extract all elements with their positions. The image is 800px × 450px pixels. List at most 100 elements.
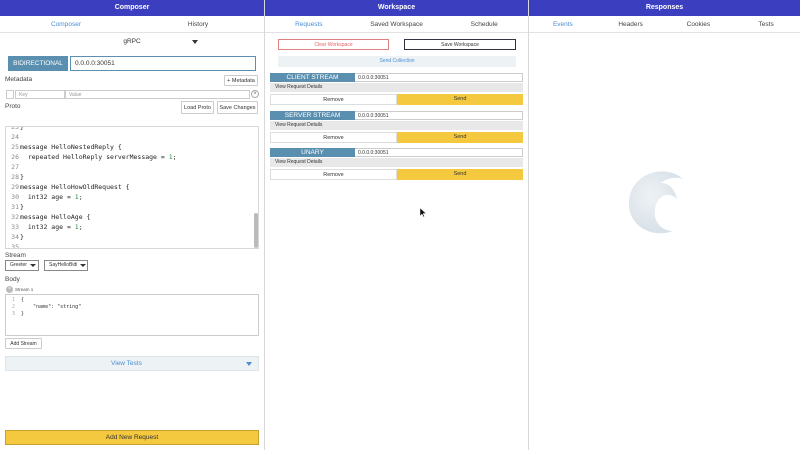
code-line: 33 int32 age = 1; [6, 222, 256, 232]
code-text: } [20, 203, 24, 211]
code-text: repeated HelloReply serverMessage = [20, 153, 169, 161]
clear-workspace-button[interactable]: Clear Workspace [278, 39, 389, 50]
request-url: 0.0.0.0:30051 [355, 111, 523, 120]
remove-request-button[interactable]: Remove [270, 94, 397, 105]
view-tests-toggle[interactable]: View Tests [5, 356, 259, 371]
view-request-details-button[interactable]: View Request Details [270, 83, 523, 92]
workspace-header: Workspace [265, 0, 528, 16]
view-request-details-button[interactable]: View Request Details [270, 158, 523, 167]
responses-header: Responses [529, 0, 800, 16]
code-text: int32 age = [20, 193, 75, 201]
line-number: 35 [11, 243, 19, 249]
proto-editor[interactable]: 23} 24 25message HelloNestedReply {26 repe… [5, 126, 259, 249]
request-type-badge: CLIENT STREAM [270, 73, 355, 82]
service-select-value: Greeter [10, 262, 27, 268]
view-request-details-button[interactable]: View Request Details [270, 121, 523, 130]
view-tests-label: View Tests [111, 360, 142, 367]
code-line: 34} [6, 232, 256, 242]
body-line: 2 "name": "string" [6, 304, 81, 311]
chevron-down-icon[interactable] [192, 40, 198, 44]
metadata-key-input[interactable]: Key [15, 90, 65, 99]
tab-tests[interactable]: Tests [732, 16, 800, 32]
method-select-value: SayHelloBidi [49, 262, 78, 268]
protocol-select-value: gRPC [123, 38, 141, 45]
code-line: 26 repeated HelloReply serverMessage = 1… [6, 152, 256, 162]
remove-stream-icon[interactable]: × [6, 286, 13, 293]
body-label: Body [5, 276, 20, 283]
mouse-cursor-icon [420, 208, 426, 217]
send-request-button[interactable]: Send [397, 94, 523, 105]
add-new-request-button[interactable]: Add New Request [5, 430, 259, 445]
chevron-down-icon [30, 264, 36, 267]
chevron-down-icon [80, 264, 86, 267]
line-number: 26 [11, 153, 19, 161]
tab-history[interactable]: History [132, 16, 264, 32]
body-text: } [21, 311, 25, 317]
code-line: 30 int32 age = 1; [6, 192, 256, 202]
responses-tabs: Events Headers Cookies Tests [529, 16, 800, 33]
save-changes-button[interactable]: Save Changes [217, 101, 258, 114]
code-text: message HelloAge { [20, 213, 91, 221]
line-number: 25 [11, 143, 19, 151]
composer-header: Composer [0, 0, 264, 16]
code-line: 35 [6, 242, 256, 249]
line-number: 32 [11, 213, 19, 221]
remove-request-button[interactable]: Remove [270, 169, 397, 180]
code-text: int32 age = [20, 223, 75, 231]
line-number: 3 [11, 311, 15, 317]
workspace-panel: Workspace Requests Saved Workspace Sched… [265, 0, 529, 450]
stream-label: Stream [5, 252, 26, 259]
load-proto-button[interactable]: Load Proto [181, 101, 214, 114]
code-text: } [20, 126, 24, 131]
add-metadata-button[interactable]: + Metadata [224, 75, 258, 86]
add-stream-button[interactable]: Add Stream [5, 338, 42, 349]
tab-headers[interactable]: Headers [597, 16, 665, 32]
stream-type-button[interactable]: BIDIRECTIONAL [8, 56, 68, 71]
code-text: } [20, 233, 24, 241]
code-line: 24 [6, 132, 256, 142]
swell-logo [628, 171, 683, 234]
close-icon[interactable]: × [251, 90, 259, 98]
stream-item-label: Stream 1 [15, 287, 34, 292]
code-text: ; [172, 153, 177, 161]
code-line: 28} [6, 172, 256, 182]
send-request-button[interactable]: Send [397, 132, 523, 143]
metadata-checkbox[interactable] [6, 90, 14, 99]
remove-request-button[interactable]: Remove [270, 132, 397, 143]
tab-schedule[interactable]: Schedule [440, 16, 528, 32]
body-line: 1{ [6, 297, 24, 304]
line-number: 27 [11, 163, 19, 171]
code-line: 32message HelloAge { [6, 212, 256, 222]
proto-label: Proto [5, 103, 21, 110]
request-type-badge: SERVER STREAM [270, 111, 355, 120]
tab-cookies[interactable]: Cookies [665, 16, 733, 32]
line-number: 31 [11, 203, 19, 211]
body-editor[interactable]: 1{2 "name": "string" 3} [5, 294, 259, 336]
send-collection-button[interactable]: Send Collection [278, 56, 516, 67]
metadata-value-input[interactable]: Value [65, 90, 250, 99]
line-number: 2 [11, 304, 15, 310]
line-number: 1 [11, 297, 15, 303]
code-line: 27 [6, 162, 256, 172]
url-input[interactable]: 0.0.0.0:30051 [70, 56, 256, 71]
line-number: 29 [11, 183, 19, 191]
line-number: 24 [11, 133, 19, 141]
code-text: } [20, 173, 24, 181]
tab-composer[interactable]: Composer [0, 16, 132, 32]
request-type-badge: UNARY [270, 148, 355, 157]
tab-events[interactable]: Events [529, 16, 597, 32]
workspace-tabs: Requests Saved Workspace Schedule [265, 16, 528, 33]
body-text: "name": "string" [21, 304, 82, 310]
save-workspace-button[interactable]: Save Workspace [404, 39, 516, 50]
tab-requests[interactable]: Requests [265, 16, 353, 32]
code-line: 25message HelloNestedReply { [6, 142, 256, 152]
code-line: 29message HelloHowOldRequest { [6, 182, 256, 192]
send-request-button[interactable]: Send [397, 169, 523, 180]
protocol-select[interactable]: gRPC [0, 34, 264, 50]
tab-saved-workspace[interactable]: Saved Workspace [353, 16, 441, 32]
request-url: 0.0.0.0:30051 [355, 73, 523, 82]
code-text: ; [78, 193, 83, 201]
chevron-down-icon [246, 362, 252, 366]
editor-scrollbar[interactable] [254, 213, 258, 248]
body-line: 3} [6, 311, 24, 318]
